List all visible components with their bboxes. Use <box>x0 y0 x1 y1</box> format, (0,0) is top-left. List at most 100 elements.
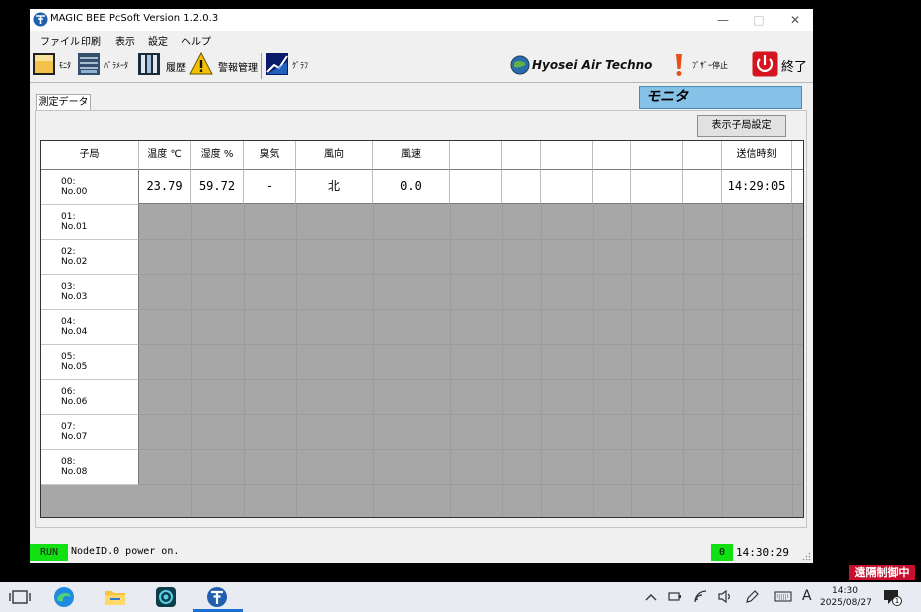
title-bar[interactable]: MAGIC BEE PcSoft Version 1.2.0.3 — □ ✕ <box>30 9 813 31</box>
taskbar-clock[interactable]: 14:30 2025/08/27 <box>820 585 872 609</box>
monitor-label: ﾓﾆﾀ <box>59 61 71 70</box>
grid-line <box>792 204 793 517</box>
cell-blank <box>450 170 502 204</box>
exit-button[interactable]: 終了 <box>752 51 810 79</box>
keyboard-icon[interactable] <box>774 591 792 602</box>
column-header-odor: 臭気 <box>244 141 296 170</box>
station-row-header[interactable]: 07: No.07 <box>41 415 139 450</box>
warning-icon <box>189 52 213 75</box>
menu-print[interactable]: 印刷 <box>81 33 101 48</box>
app-window: MAGIC BEE PcSoft Version 1.2.0.3 — □ ✕ フ… <box>30 9 813 563</box>
menu-help[interactable]: ヘルプ <box>181 33 211 48</box>
magic-bee-app-icon <box>33 12 48 27</box>
wifi-icon[interactable] <box>694 590 708 603</box>
grid-line <box>502 204 503 517</box>
menu-file[interactable]: ファイル <box>40 33 80 48</box>
display-station-settings-button[interactable]: 表示子局設定 <box>697 115 786 137</box>
history-label: 履歴 <box>166 63 186 74</box>
alarm-management-button[interactable]: 警報管理 <box>189 51 259 79</box>
station-id: 01: <box>61 212 76 222</box>
station-row-header[interactable]: 01: No.01 <box>41 205 139 240</box>
status-bar: RUN NodeID.0 power on. 0 14:30:29 <box>30 542 813 563</box>
station-name: No.03 <box>61 292 88 302</box>
station-row-header[interactable]: 06: No.06 <box>41 380 139 415</box>
station-id: 07: <box>61 422 76 432</box>
resize-grip-icon[interactable] <box>802 552 811 561</box>
minimize-button[interactable]: — <box>705 9 741 31</box>
cell-wind-direction: 北 <box>296 170 373 204</box>
grid-line <box>139 309 803 310</box>
station-name: No.00 <box>61 187 88 197</box>
station-row-header[interactable]: 05: No.05 <box>41 345 139 380</box>
station-id: 00: <box>61 177 76 187</box>
graph-button[interactable]: ｸﾞﾗﾌ <box>265 51 315 79</box>
column-header-blank <box>631 141 683 170</box>
station-row-header[interactable]: 00: No.00 <box>41 170 139 205</box>
edge-browser-icon[interactable] <box>52 586 76 608</box>
cell-blank <box>541 170 593 204</box>
close-button[interactable]: ✕ <box>777 9 813 31</box>
magic-bee-taskbar-icon[interactable] <box>205 586 229 608</box>
chevron-up-icon[interactable] <box>645 592 657 602</box>
pen-icon[interactable] <box>745 590 759 604</box>
buzzer-stop-label: ﾌﾞｻﾞｰ停止 <box>692 61 728 70</box>
grid-line <box>191 204 192 517</box>
power-icon <box>752 51 778 77</box>
column-header-station: 子局 <box>41 141 139 170</box>
history-icon <box>138 53 160 75</box>
station-id: 02: <box>61 247 76 257</box>
grid-line <box>631 204 632 517</box>
station-name: No.02 <box>61 257 88 267</box>
clock-date: 2025/08/27 <box>820 598 872 608</box>
station-row-header[interactable]: 08: No.08 <box>41 450 139 485</box>
grid-line <box>450 204 451 517</box>
station-id: 05: <box>61 352 76 362</box>
column-header-humidity: 湿度 % <box>191 141 244 170</box>
menu-view[interactable]: 表示 <box>115 33 135 48</box>
column-header-wind-speed: 風速 <box>373 141 450 170</box>
status-time: 14:30:29 <box>736 546 789 559</box>
cell-send-time: 14:29:05 <box>722 170 792 204</box>
parameter-icon <box>78 53 100 75</box>
station-name: No.06 <box>61 397 88 407</box>
maximize-button[interactable]: □ <box>741 9 777 31</box>
task-view-icon[interactable] <box>8 586 32 608</box>
ime-indicator[interactable]: A <box>802 588 812 604</box>
cell-wind-speed: 0.0 <box>373 170 450 204</box>
column-header-temperature: 温度 ℃ <box>139 141 191 170</box>
file-explorer-icon[interactable] <box>103 586 127 608</box>
toolbar: ﾓﾆﾀ ﾊﾟﾗﾒｰﾀ 履歴 警報管理 ｸﾞﾗﾌ Hyosei Air Techn… <box>30 49 813 83</box>
tab-measurement-data[interactable]: 測定データ <box>36 94 91 111</box>
cell-blank <box>502 170 541 204</box>
cell-blank <box>631 170 683 204</box>
column-header-wind-direction: 風向 <box>296 141 373 170</box>
grid-line <box>541 204 542 517</box>
cell-humidity: 59.72 <box>191 170 244 204</box>
measurement-grid[interactable]: 子局 温度 ℃ 湿度 % 臭気 風向 風速 送信時刻 23.79 59.72 -… <box>40 140 804 518</box>
battery-icon[interactable] <box>668 590 682 602</box>
grid-line <box>139 484 803 485</box>
station-row-header[interactable]: 03: No.03 <box>41 275 139 310</box>
grid-line <box>139 414 803 415</box>
history-button[interactable]: 履歴 <box>137 51 187 79</box>
grid-line <box>296 204 297 517</box>
grid-line <box>139 379 803 380</box>
cell-odor: - <box>244 170 296 204</box>
station-row-header[interactable]: 04: No.04 <box>41 310 139 345</box>
globe-logo-icon <box>510 55 530 75</box>
grid-line <box>139 239 803 240</box>
notification-count-badge: 1 <box>892 596 902 606</box>
monitor-icon <box>33 53 55 75</box>
monitor-button[interactable]: ﾓﾆﾀ <box>32 51 76 79</box>
menu-settings[interactable]: 設定 <box>148 33 168 48</box>
grid-line <box>683 204 684 517</box>
speaker-icon[interactable] <box>718 590 732 603</box>
toolbar-separator <box>261 53 262 79</box>
station-row-header[interactable]: 02: No.02 <box>41 240 139 275</box>
camera-app-icon[interactable] <box>154 586 178 608</box>
buzzer-stop-button[interactable]: ﾌﾞｻﾞｰ停止 <box>670 51 740 79</box>
cell-blank <box>683 170 722 204</box>
mode-indicator: モニタ <box>639 86 802 109</box>
parameter-button[interactable]: ﾊﾟﾗﾒｰﾀ <box>77 51 135 79</box>
cell-temperature: 23.79 <box>139 170 191 204</box>
